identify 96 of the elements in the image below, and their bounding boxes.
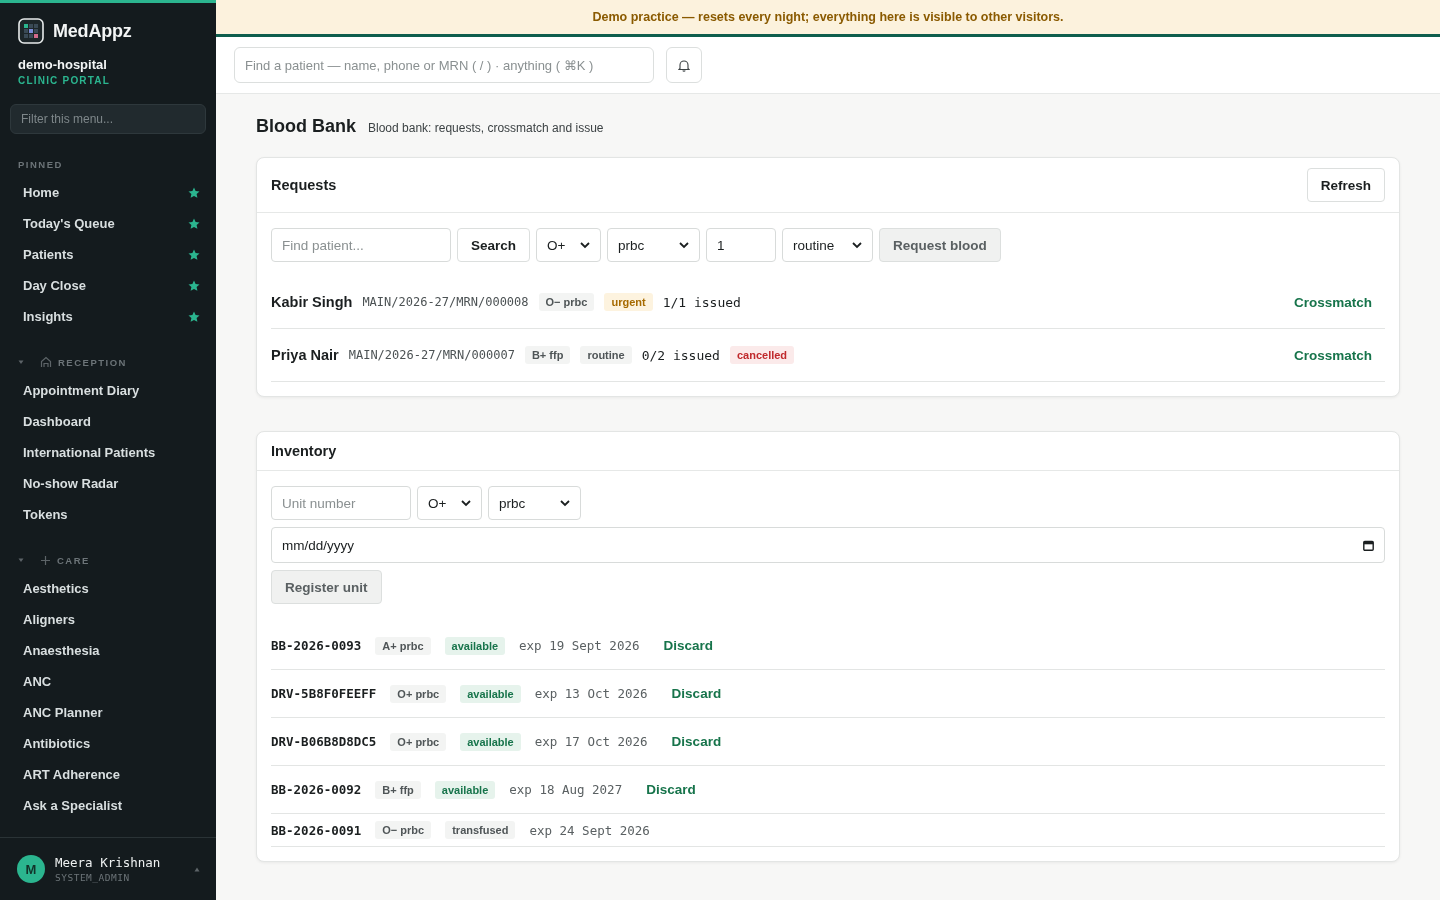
card-title: Inventory bbox=[271, 443, 337, 459]
sidebar-item[interactable]: Day Close bbox=[23, 278, 86, 293]
status-tag: available bbox=[460, 732, 521, 751]
expiry-date: exp 13 Oct 2026 bbox=[534, 686, 648, 701]
unit-number: DRV-B06B8D8DC5 bbox=[271, 734, 377, 749]
sidebar-item[interactable]: ANC Planner bbox=[23, 705, 103, 720]
patient-name: Priya Nair bbox=[271, 347, 339, 363]
unit-number: DRV-5B8F0FEEFF bbox=[271, 686, 377, 701]
crossmatch-link[interactable]: Crossmatch bbox=[1293, 347, 1372, 363]
sidebar-item[interactable]: Appointment Diary bbox=[23, 383, 140, 398]
organization-name: demo-hospital bbox=[17, 56, 108, 72]
blood-product-tag: B+ ffp bbox=[375, 780, 421, 799]
section-heading: CARE bbox=[57, 554, 90, 566]
menu-filter-field[interactable]: Filter this menu... bbox=[10, 104, 206, 134]
issued-count: 0/2 issued bbox=[641, 347, 720, 363]
chevron-down-icon bbox=[852, 241, 863, 249]
sidebar-item[interactable]: Aesthetics bbox=[23, 581, 89, 596]
units-field[interactable]: 1 bbox=[706, 228, 777, 262]
unit-number-field[interactable]: Unit number bbox=[271, 486, 411, 520]
blood-product-tag: O− prbc bbox=[375, 821, 432, 839]
request-blood-button[interactable]: Request blood bbox=[879, 228, 1001, 262]
blood-product-tag: O+ prbc bbox=[390, 684, 447, 703]
sidebar-item[interactable]: No-show Radar bbox=[23, 476, 119, 491]
priority-tag: urgent bbox=[604, 293, 653, 311]
page-subtitle: Blood bank: requests, crossmatch and issue bbox=[368, 121, 604, 135]
patient-search-field[interactable]: Find a patient — name, phone or MRN ( / ) · anything ( ⌘K ) bbox=[234, 47, 654, 83]
register-unit-button[interactable]: Register unit bbox=[271, 570, 382, 604]
status-tag: available bbox=[444, 636, 506, 655]
discard-link[interactable]: Discard bbox=[663, 638, 713, 653]
user-avatar: M bbox=[17, 855, 45, 883]
house-icon bbox=[40, 356, 52, 368]
section-heading: PINNED bbox=[18, 158, 63, 170]
sidebar-item[interactable]: Patients bbox=[23, 247, 74, 262]
discard-link[interactable]: Discard bbox=[671, 734, 722, 749]
mrn-number: MAIN/2026-27/MRN/000007 bbox=[348, 348, 515, 362]
unit-number: BB-2026-0093 bbox=[271, 638, 362, 653]
sidebar-item[interactable]: Insights bbox=[23, 309, 73, 324]
blood-product-tag: B+ ffp bbox=[524, 346, 571, 364]
brand-name: MedAppz bbox=[53, 20, 132, 42]
plus-icon bbox=[40, 554, 51, 566]
chevron-down-icon bbox=[679, 241, 690, 249]
patient-field[interactable]: Find patient... bbox=[271, 228, 451, 262]
caret-icon bbox=[194, 866, 200, 872]
blood-product-tag: O− prbc bbox=[538, 293, 595, 311]
expiry-date: exp 19 Sept 2026 bbox=[519, 638, 640, 653]
chevron-down-icon bbox=[560, 499, 570, 507]
unit-number: BB-2026-0091 bbox=[271, 822, 362, 838]
page-title: Blood Bank bbox=[256, 116, 356, 137]
issued-count: 1/1 issued bbox=[662, 294, 741, 310]
section-heading: RECEPTION bbox=[58, 356, 127, 368]
calendar-icon bbox=[1363, 539, 1374, 551]
chevron-down-icon bbox=[580, 241, 591, 249]
status-tag: cancelled bbox=[729, 346, 795, 364]
search-button[interactable]: Search bbox=[457, 228, 531, 262]
sidebar-item[interactable]: Anaesthesia bbox=[23, 643, 100, 658]
crossmatch-link[interactable]: Crossmatch bbox=[1293, 294, 1372, 310]
user-role: SYSTEM_ADMIN bbox=[55, 872, 131, 883]
patient-name: Kabir Singh bbox=[271, 294, 353, 310]
expiry-date-field[interactable]: mm/dd/yyyy bbox=[271, 527, 1385, 563]
sidebar-item[interactable]: Ask a Specialist bbox=[23, 798, 122, 813]
product-select[interactable]: prbc bbox=[607, 228, 701, 262]
bell-icon bbox=[678, 58, 690, 72]
notifications-button[interactable] bbox=[666, 47, 702, 83]
app-logo-icon bbox=[18, 18, 44, 44]
discard-link[interactable]: Discard bbox=[671, 686, 722, 701]
product-select[interactable]: prbc bbox=[488, 486, 581, 520]
mrn-number: MAIN/2026-27/MRN/000008 bbox=[362, 295, 529, 309]
sidebar-item[interactable]: Tokens bbox=[23, 507, 68, 522]
blood-product-tag: O+ prbc bbox=[390, 732, 447, 751]
discard-link[interactable]: Discard bbox=[646, 782, 696, 797]
blood-group-select[interactable]: O+ bbox=[417, 486, 482, 520]
sidebar-item[interactable]: Home bbox=[23, 185, 60, 200]
portal-label: CLINIC PORTAL bbox=[17, 74, 112, 86]
status-tag: available bbox=[460, 684, 521, 703]
user-name: Meera Krishnan bbox=[55, 855, 162, 870]
blood-group-select[interactable]: O+ bbox=[536, 228, 602, 262]
sidebar-item[interactable]: ART Adherence bbox=[23, 767, 121, 782]
expiry-date: exp 18 Aug 2027 bbox=[509, 782, 623, 797]
demo-banner: Demo practice — resets every night; everything here is visible to other visitors. bbox=[216, 0, 1440, 37]
status-tag: transfused bbox=[445, 821, 516, 839]
expiry-date: exp 17 Oct 2026 bbox=[534, 734, 648, 749]
blood-product-tag: A+ prbc bbox=[375, 636, 431, 655]
status-tag: available bbox=[434, 780, 496, 799]
card-title: Requests bbox=[271, 177, 337, 193]
sidebar-item[interactable]: Antibiotics bbox=[23, 736, 91, 751]
chevron-down-icon bbox=[461, 499, 471, 507]
priority-tag: routine bbox=[580, 346, 632, 364]
priority-select[interactable]: routine bbox=[782, 228, 874, 262]
expiry-date: exp 24 Sept 2026 bbox=[529, 822, 650, 838]
refresh-button[interactable]: Refresh bbox=[1306, 168, 1385, 202]
sidebar-item[interactable]: Dashboard bbox=[23, 414, 91, 429]
sidebar-item[interactable]: ANC bbox=[23, 674, 52, 689]
unit-number: BB-2026-0092 bbox=[271, 782, 362, 797]
sidebar-item[interactable]: Today's Queue bbox=[23, 216, 115, 231]
sidebar-item[interactable]: Aligners bbox=[23, 612, 75, 627]
sidebar-item[interactable]: International Patients bbox=[23, 445, 156, 460]
